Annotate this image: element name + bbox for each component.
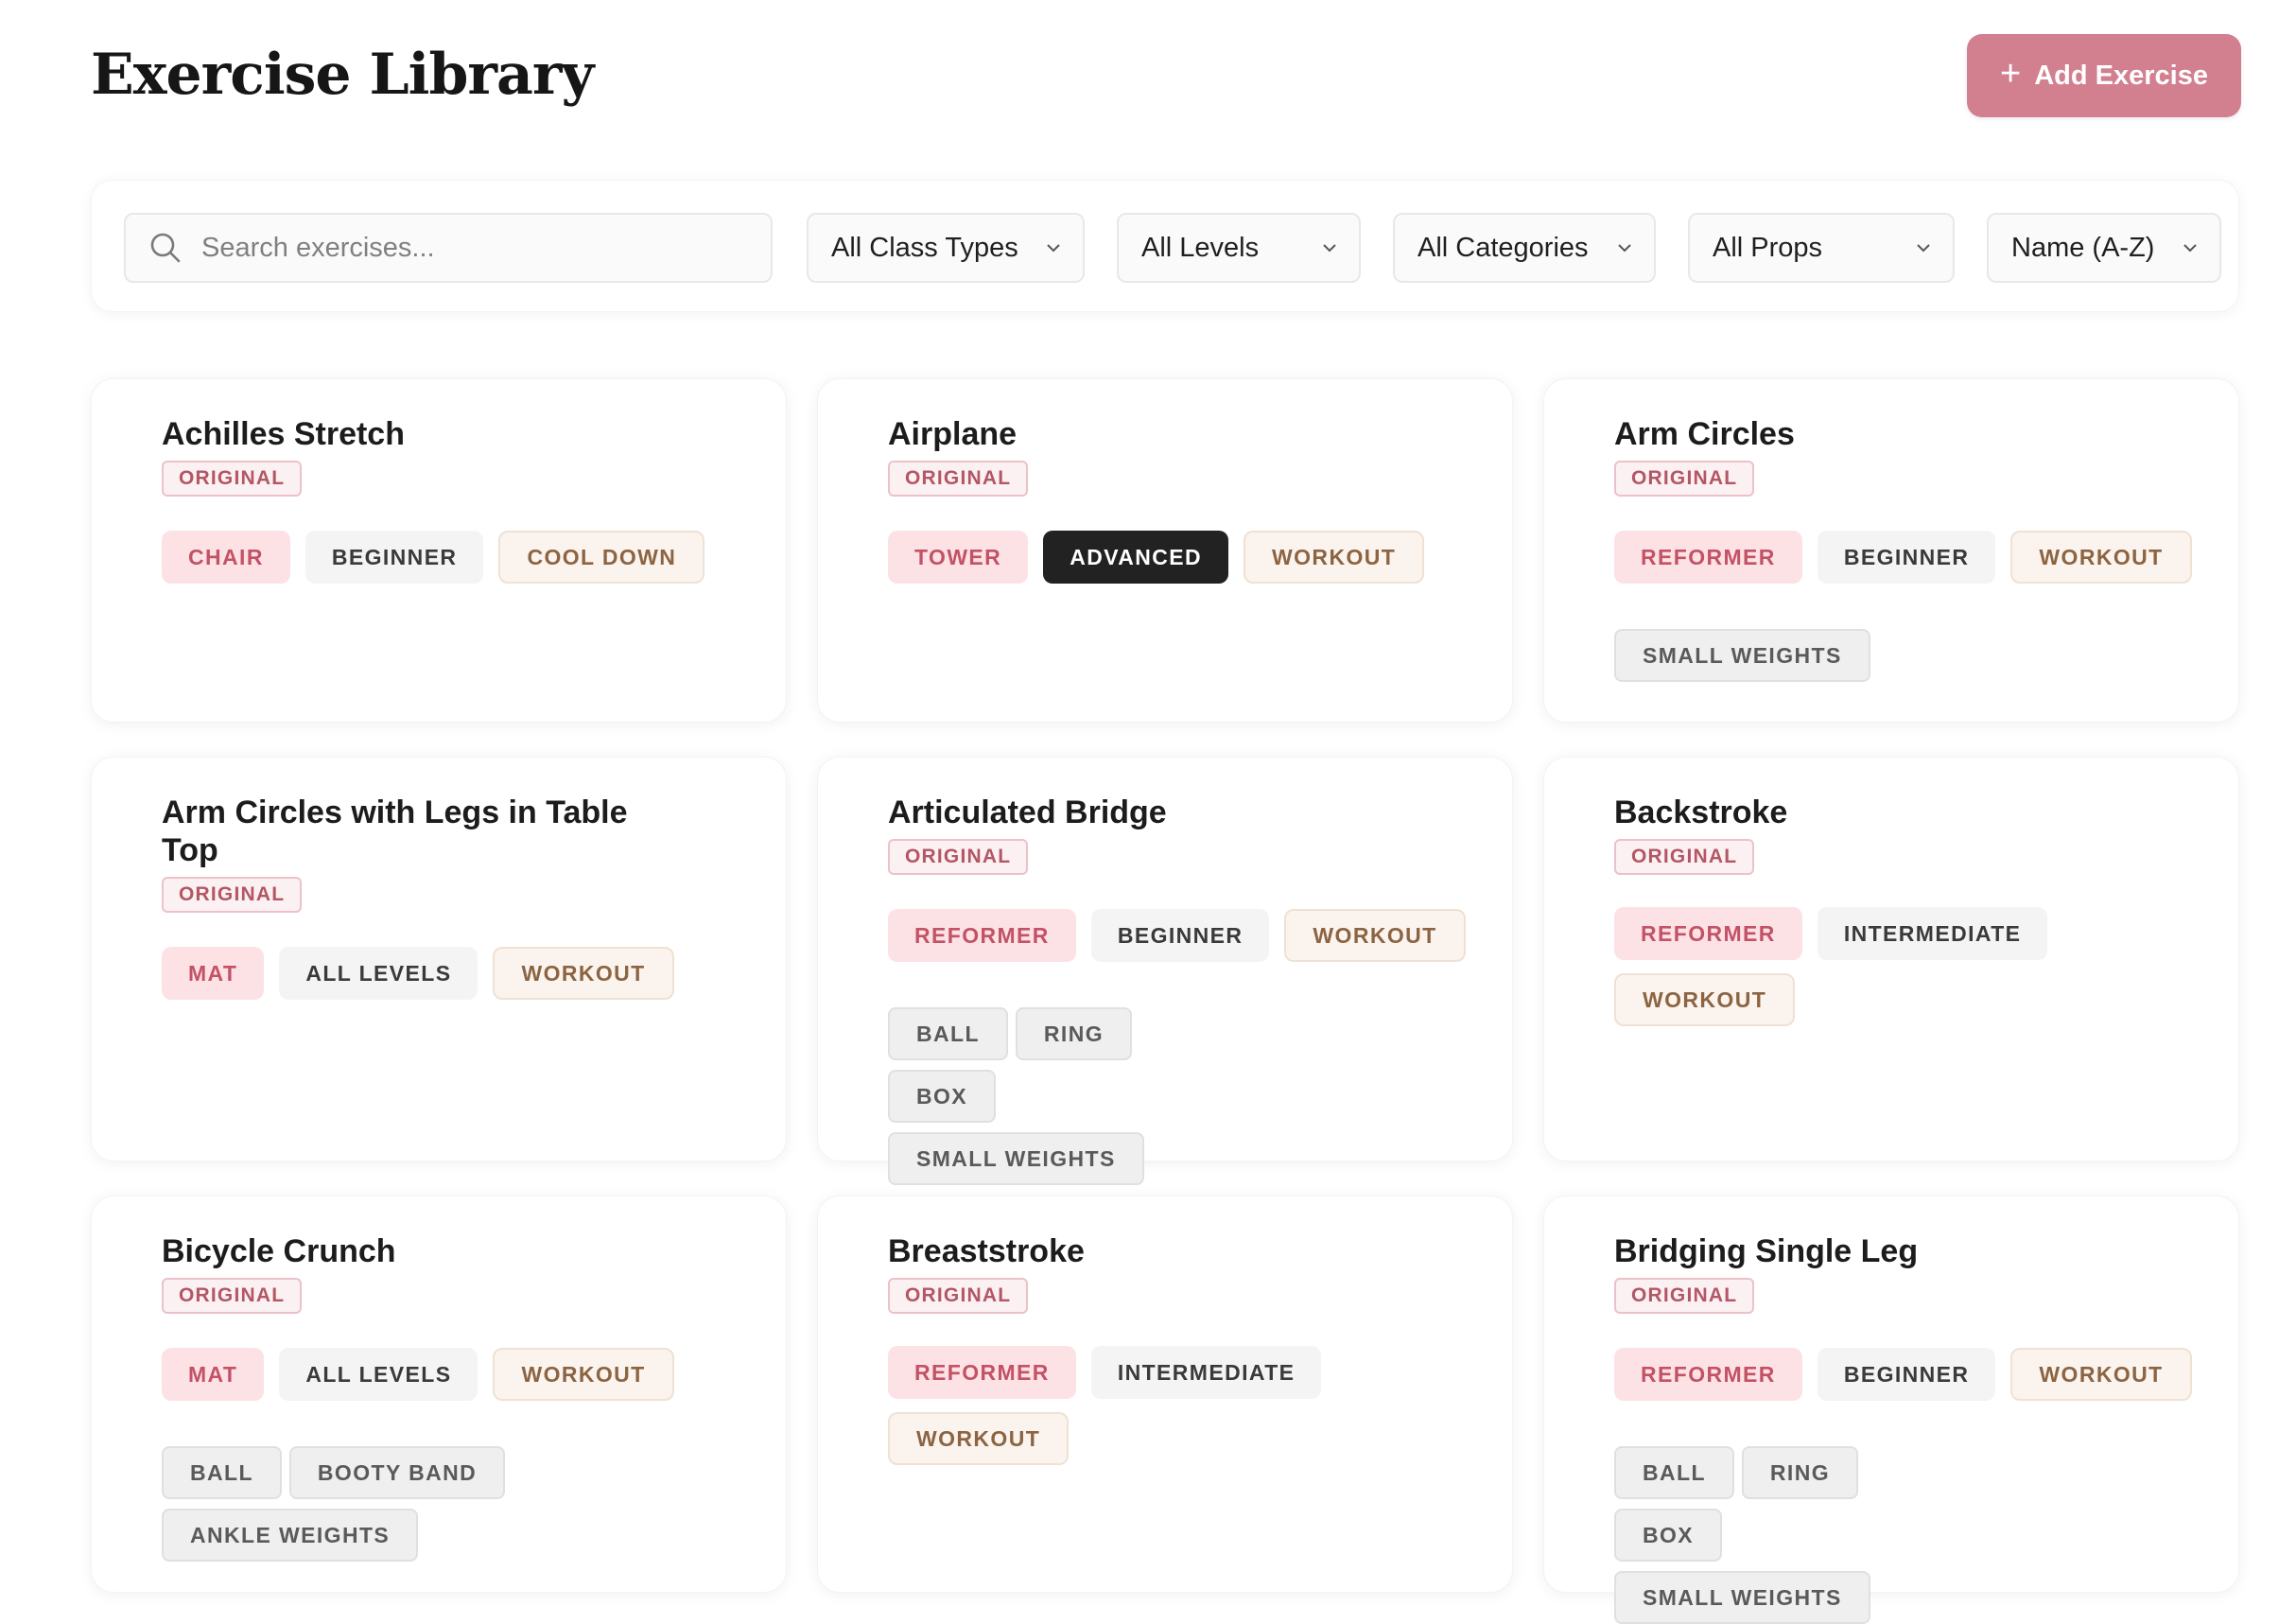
search-box[interactable]: [124, 213, 773, 283]
original-badge: ORIGINAL: [162, 1278, 303, 1314]
original-badge: ORIGINAL: [888, 839, 1029, 875]
exercise-card[interactable]: Bridging Single Leg ORIGINAL REFORMER BE…: [1543, 1196, 2239, 1624]
equipment-tag: REFORMER: [1614, 1348, 1802, 1401]
prop-tag: RING: [1741, 1446, 1859, 1499]
exercise-card[interactable]: Airplane ORIGINAL TOWER ADVANCED WORKOUT: [817, 378, 1513, 723]
level-tag: INTERMEDIATE: [1817, 907, 2048, 960]
exercise-name: Arm Circles with Legs in Table Top: [162, 795, 628, 868]
sort-select[interactable]: Name (A-Z): [1987, 213, 2221, 283]
exercise-name: Airplane: [888, 416, 1018, 452]
original-badge: ORIGINAL: [162, 461, 303, 497]
equipment-tag: MAT: [162, 1348, 265, 1401]
level-tag: BEGINNER: [304, 531, 484, 584]
prop-tag: BALL: [888, 1007, 1008, 1060]
category-tag: WORKOUT: [493, 947, 674, 1000]
plus-icon: +: [2000, 54, 2022, 94]
prop-tag: ANKLE WEIGHTS: [162, 1509, 419, 1562]
category-value: All Categories: [1418, 232, 1589, 263]
level-tag: BEGINNER: [1817, 531, 1996, 584]
category-tag: WORKOUT: [1244, 531, 1425, 584]
original-badge: ORIGINAL: [1614, 461, 1755, 497]
prop-tag: BOX: [1614, 1509, 1723, 1562]
level-tag: ALL LEVELS: [279, 1348, 478, 1401]
exercise-name: Bridging Single Leg: [1614, 1233, 1919, 1269]
prop-tag: BOX: [888, 1070, 997, 1123]
original-badge: ORIGINAL: [1614, 839, 1755, 875]
exercise-name: Articulated Bridge: [888, 795, 1167, 830]
level-tag: INTERMEDIATE: [1090, 1346, 1322, 1399]
equipment-tag: TOWER: [888, 531, 1029, 584]
exercise-card[interactable]: Achilles Stretch ORIGINAL CHAIR BEGINNER…: [91, 378, 787, 723]
level-tag: BEGINNER: [1817, 1348, 1996, 1401]
exercise-name: Arm Circles: [1614, 416, 1795, 452]
original-badge: ORIGINAL: [888, 461, 1029, 497]
exercise-name: Backstroke: [1614, 795, 1788, 830]
exercise-card[interactable]: Breaststroke ORIGINAL REFORMER INTERMEDI…: [817, 1196, 1513, 1593]
props-select[interactable]: All Props: [1688, 213, 1955, 283]
level-tag: BEGINNER: [1090, 909, 1270, 962]
category-tag: WORKOUT: [1614, 973, 1796, 1026]
equipment-tag: REFORMER: [888, 1346, 1076, 1399]
search-icon: [150, 233, 181, 263]
sort-value: Name (A-Z): [2011, 232, 2155, 263]
exercise-card[interactable]: Arm Circles with Legs in Table Top ORIGI…: [91, 757, 787, 1161]
level-select[interactable]: All Levels: [1117, 213, 1361, 283]
exercise-name: Breaststroke: [888, 1233, 1085, 1269]
equipment-tag: REFORMER: [1614, 907, 1802, 960]
chevron-down-icon: [1917, 244, 1930, 253]
category-tag: WORKOUT: [2010, 1348, 2192, 1401]
chevron-down-icon: [1618, 244, 1631, 253]
prop-tag: BALL: [162, 1446, 282, 1499]
equipment-tag: REFORMER: [1614, 531, 1802, 584]
prop-tag: SMALL WEIGHTS: [1614, 629, 1870, 682]
category-tag: WORKOUT: [2010, 531, 2192, 584]
exercise-card[interactable]: Backstroke ORIGINAL REFORMER INTERMEDIAT…: [1543, 757, 2239, 1161]
exercise-card[interactable]: Articulated Bridge ORIGINAL REFORMER BEG…: [817, 757, 1513, 1185]
original-badge: ORIGINAL: [162, 877, 303, 913]
class-type-select[interactable]: All Class Types: [807, 213, 1085, 283]
prop-tag: SMALL WEIGHTS: [1614, 1571, 1870, 1624]
filter-bar: All Class Types All Levels All Categorie…: [91, 180, 2239, 312]
exercise-name: Achilles Stretch: [162, 416, 405, 452]
prop-tag: SMALL WEIGHTS: [888, 1132, 1144, 1185]
add-exercise-button[interactable]: + Add Exercise: [1967, 34, 2241, 117]
equipment-tag: REFORMER: [888, 909, 1076, 962]
level-tag: ALL LEVELS: [279, 947, 478, 1000]
level-value: All Levels: [1141, 232, 1260, 263]
exercise-name: Bicycle Crunch: [162, 1233, 396, 1269]
category-tag: WORKOUT: [1284, 909, 1466, 962]
exercise-card[interactable]: Bicycle Crunch ORIGINAL MAT ALL LEVELS W…: [91, 1196, 787, 1593]
prop-tag: BALL: [1614, 1446, 1734, 1499]
add-exercise-label: Add Exercise: [2034, 60, 2208, 91]
prop-tag: RING: [1015, 1007, 1133, 1060]
category-tag: WORKOUT: [493, 1348, 674, 1401]
equipment-tag: CHAIR: [162, 531, 290, 584]
category-tag: COOL DOWN: [498, 531, 705, 584]
original-badge: ORIGINAL: [1614, 1278, 1755, 1314]
chevron-down-icon: [1047, 244, 1060, 253]
prop-tag: BOOTY BAND: [288, 1446, 506, 1499]
exercise-card[interactable]: Arm Circles ORIGINAL REFORMER BEGINNER W…: [1543, 378, 2239, 723]
chevron-down-icon: [2183, 244, 2197, 253]
level-tag: ADVANCED: [1043, 531, 1229, 584]
category-tag: WORKOUT: [888, 1412, 1070, 1465]
category-select[interactable]: All Categories: [1393, 213, 1656, 283]
original-badge: ORIGINAL: [888, 1278, 1029, 1314]
page-title: Exercise Library: [91, 42, 594, 108]
props-value: All Props: [1713, 232, 1823, 263]
equipment-tag: MAT: [162, 947, 265, 1000]
class-type-value: All Class Types: [831, 232, 1018, 263]
search-input[interactable]: [200, 231, 733, 265]
chevron-down-icon: [1323, 244, 1336, 253]
